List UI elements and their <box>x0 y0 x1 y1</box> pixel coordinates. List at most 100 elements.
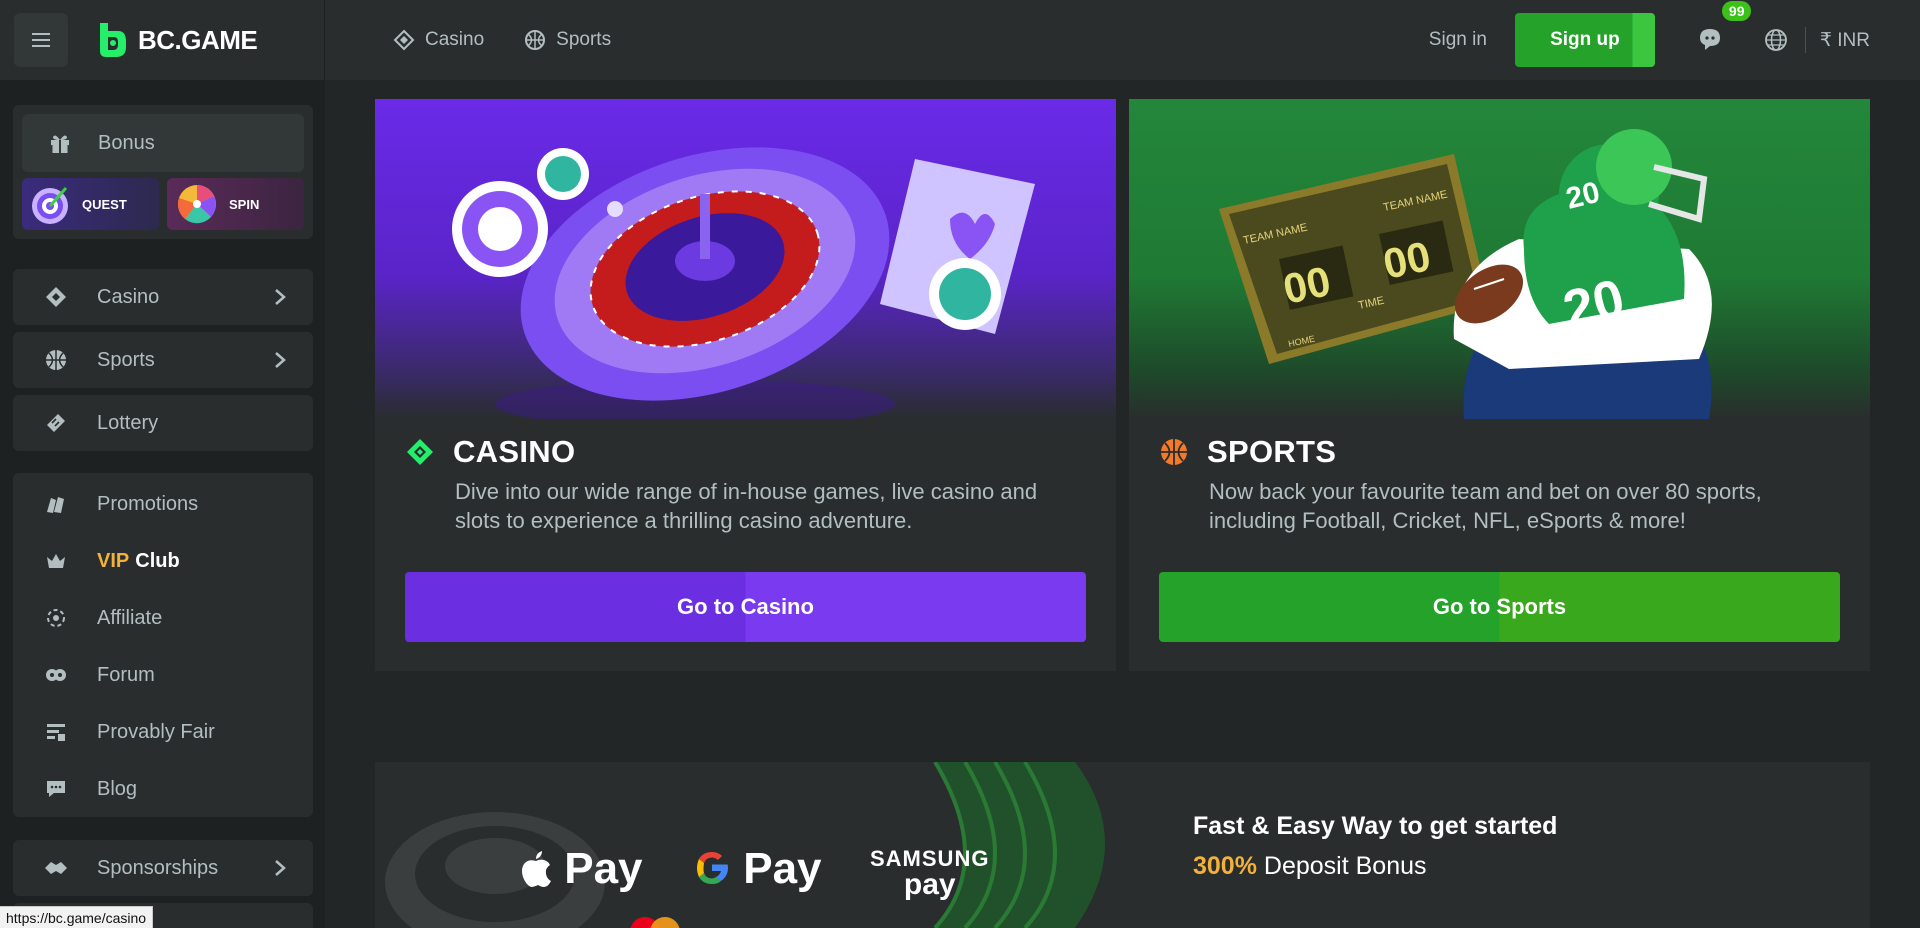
banner-title: Fast & Easy Way to get started <box>1193 812 1558 840</box>
top-nav-sports[interactable]: Sports <box>524 29 611 51</box>
sidebar-item-label: Affiliate <box>97 606 163 629</box>
casino-icon <box>407 439 433 465</box>
chevron-right-icon <box>275 289 286 305</box>
brand-area: BC.GAME <box>0 0 325 80</box>
sports-description: Now back your favourite team and bet on … <box>1209 479 1762 533</box>
bc-game-logo[interactable]: BC.GAME <box>96 21 258 59</box>
bonus-text: Deposit Bonus <box>1263 852 1427 880</box>
sidebar-item-blog[interactable]: Blog <box>13 761 313 817</box>
casino-card: CASINO Dive into our wide range of in-ho… <box>375 99 1116 671</box>
sports-hero-image: TEAM NAME TEAM NAME 00 00 TIME HOME 20 2… <box>1129 99 1870 419</box>
sidebar-item-label: Sponsorships <box>97 856 219 879</box>
vip-label: VIP <box>97 549 130 572</box>
top-nav-sports-label: Sports <box>556 29 612 50</box>
casino-title: CASINO <box>405 434 575 470</box>
bonus-label: Bonus <box>98 131 155 154</box>
logo-text: BC.GAME <box>138 24 258 55</box>
sidebar-item-forum[interactable]: Forum <box>13 647 313 703</box>
sports-title-text: SPORTS <box>1207 434 1337 469</box>
quest-target-icon <box>32 187 68 224</box>
sidebar-item-affiliate[interactable]: Affiliate <box>13 590 313 646</box>
chat-button[interactable]: 99 <box>1697 1 1752 54</box>
status-bar-url: https://bc.game/casino <box>0 906 154 928</box>
samsung-pay-logo: SAMSUNG pay <box>870 846 989 901</box>
crown-icon <box>43 548 69 574</box>
menu-toggle-button[interactable] <box>14 13 68 67</box>
hamburger-icon <box>32 33 50 47</box>
banner-subtitle: 300% Deposit Bonus <box>1193 852 1427 881</box>
promotions-icon <box>43 491 69 517</box>
sidebar-item-label: Lottery <box>97 411 159 434</box>
casino-icon <box>393 29 415 51</box>
bonus-button[interactable]: Bonus <box>22 114 304 172</box>
forum-icon <box>43 662 69 688</box>
chat-unread-badge: 99 <box>1721 1 1752 21</box>
affiliate-icon <box>43 605 69 631</box>
blog-icon <box>43 776 69 802</box>
go-to-casino-button[interactable]: Go to Casino <box>405 572 1086 642</box>
sports-title: SPORTS <box>1159 434 1336 470</box>
apple-pay-text: Pay <box>564 844 643 893</box>
payment-banner[interactable]: Pay Pay SAMSUNG pay Fast & Easy Way to g… <box>375 762 1870 928</box>
spin-label: SPIN <box>229 196 260 212</box>
go-to-sports-button[interactable]: Go to Sports <box>1159 572 1840 642</box>
header-actions: Sign in Sign up 99 ₹ INR <box>1429 1 1870 67</box>
sidebar-item-provably-fair[interactable]: Provably Fair <box>13 704 313 760</box>
spin-button[interactable]: SPIN <box>167 178 304 230</box>
sidebar-item-label: Blog <box>97 777 138 800</box>
header-divider <box>1804 27 1806 53</box>
top-nav-casino[interactable]: Casino <box>393 29 484 51</box>
sidebar-item-casino[interactable]: Casino <box>13 269 313 325</box>
sidebar-item-label: Provably Fair <box>97 720 215 743</box>
lottery-icon <box>43 410 69 436</box>
sign-in-link[interactable]: Sign in <box>1429 29 1487 51</box>
chevron-right-icon <box>275 860 286 876</box>
sign-up-button[interactable]: Sign up <box>1514 13 1655 67</box>
top-nav-casino-label: Casino <box>425 29 485 50</box>
sidebar-item-label: Promotions <box>97 492 199 515</box>
casino-description: Dive into our wide range of in-house gam… <box>455 479 1038 533</box>
currency-selector[interactable]: ₹ INR <box>1820 29 1870 52</box>
samsung-pay-text: pay <box>903 868 956 901</box>
quest-label: QUEST <box>82 196 127 212</box>
logo-mark-icon <box>100 23 126 57</box>
provably-fair-icon <box>43 719 69 745</box>
club-label: Club <box>135 549 180 572</box>
globe-icon[interactable] <box>1763 27 1789 53</box>
sidebar-item-sports[interactable]: Sports <box>13 332 313 388</box>
chevron-right-icon <box>275 352 286 368</box>
google-g-icon <box>697 852 728 884</box>
sidebar-secondary-panel: Promotions VIP Club Affiliate Forum Prov… <box>13 473 313 817</box>
sidebar-item-label: Sports <box>97 348 155 371</box>
chat-icon <box>1699 29 1720 50</box>
casino-hero-image <box>375 99 1116 429</box>
roulette-illustration <box>452 147 1035 429</box>
sidebar-item-label: Casino <box>97 285 160 308</box>
casino-icon <box>43 284 69 310</box>
basketball-icon <box>1161 439 1187 465</box>
scoreboard-score-left: 00 <box>1279 257 1334 313</box>
spin-wheel-icon <box>177 185 216 224</box>
sports-card: TEAM NAME TEAM NAME 00 00 TIME HOME 20 2… <box>1129 99 1870 671</box>
sidebar-item-lottery[interactable]: Lottery <box>13 395 313 451</box>
football-illustration: TEAM NAME TEAM NAME 00 00 TIME HOME 20 2… <box>1219 129 1712 419</box>
apple-pay-logo: Pay <box>520 844 643 894</box>
sidebar-item-label: Forum <box>97 663 155 686</box>
sidebar-item-vip-club[interactable]: VIP Club <box>13 533 313 589</box>
sidebar: Bonus QUEST SPIN Casino Sports Lottery P… <box>0 80 325 928</box>
top-header: BC.GAME Casino Sports Sign in Sign up 99… <box>0 0 1920 80</box>
scoreboard-score-right: 00 <box>1379 232 1434 288</box>
google-pay-text: Pay <box>743 844 822 893</box>
quest-button[interactable]: QUEST <box>22 178 159 230</box>
sidebar-bonus-panel: Bonus QUEST SPIN <box>13 105 313 239</box>
handshake-icon <box>43 855 69 881</box>
casino-title-text: CASINO <box>453 434 576 469</box>
apple-icon <box>522 851 551 887</box>
top-nav: Casino Sports <box>393 29 611 51</box>
sports-icon <box>43 347 69 373</box>
sidebar-item-sponsorships[interactable]: Sponsorships <box>13 840 313 896</box>
sidebar-item-promotions[interactable]: Promotions <box>13 476 313 532</box>
google-pay-logo: Pay <box>693 844 822 894</box>
gift-icon <box>48 131 72 155</box>
bonus-percent: 300% <box>1193 852 1257 880</box>
